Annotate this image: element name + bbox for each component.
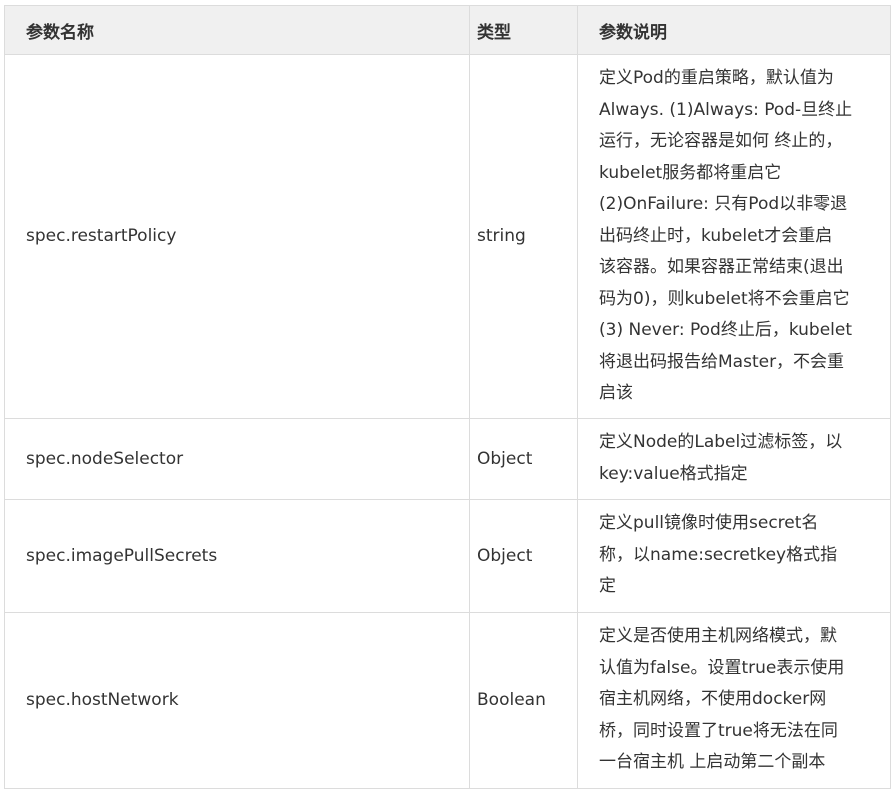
table-header: 参数名称 类型 参数说明 [4, 5, 891, 55]
param-type-cell: string [469, 54, 578, 419]
param-description-cell: 定义Pod的重启策略，默认值为 Always. (1)Always: Pod-旦… [577, 54, 891, 419]
table-row: spec.nodeSelector Object 定义Node的Label过滤标… [4, 417, 891, 500]
table-row: spec.hostNetwork Boolean 定义是否使用主机网络模式，默 … [4, 611, 891, 789]
parameter-table: 参数名称 类型 参数说明 spec.restartPolicy string 定… [4, 5, 891, 789]
table-row: spec.restartPolicy string 定义Pod的重启策略，默认值… [4, 54, 891, 419]
param-name-cell: spec.nodeSelector [4, 417, 470, 500]
param-type-cell: Boolean [469, 611, 578, 789]
table-row: spec.imagePullSecrets Object 定义pull镜像时使用… [4, 498, 891, 613]
header-description: 参数说明 [577, 5, 891, 55]
param-description-cell: 定义pull镜像时使用secret名 称，以name:secretkey格式指 … [577, 498, 891, 613]
param-type-cell: Object [469, 498, 578, 613]
header-param-name: 参数名称 [4, 5, 470, 55]
param-name-cell: spec.restartPolicy [4, 54, 470, 419]
param-description-cell: 定义是否使用主机网络模式，默 认值为false。设置true表示使用 宿主机网络… [577, 611, 891, 789]
parameter-table-container: 参数名称 类型 参数说明 spec.restartPolicy string 定… [4, 5, 891, 789]
param-name-cell: spec.imagePullSecrets [4, 498, 470, 613]
header-row: 参数名称 类型 参数说明 [4, 5, 891, 55]
table-body: spec.restartPolicy string 定义Pod的重启策略，默认值… [4, 54, 891, 789]
param-name-cell: spec.hostNetwork [4, 611, 470, 789]
header-type: 类型 [469, 5, 578, 55]
param-type-cell: Object [469, 417, 578, 500]
param-description-cell: 定义Node的Label过滤标签，以 key:value格式指定 [577, 417, 891, 500]
